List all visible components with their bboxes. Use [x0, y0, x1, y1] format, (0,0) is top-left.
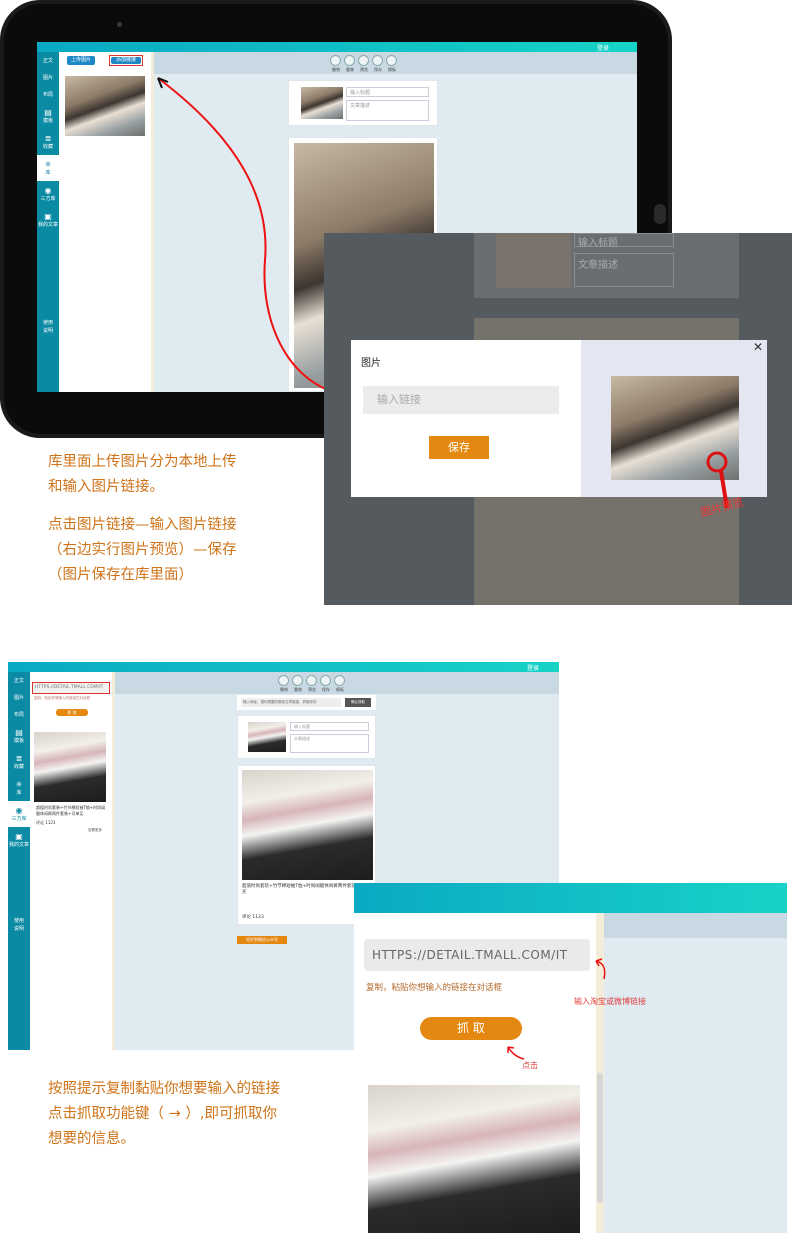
description-input-2[interactable]: 文章描述 [290, 734, 369, 753]
login-link[interactable]: 登录 [597, 43, 609, 52]
left-nav-2: 正文 图片 布局 ▤ 模板 ≣ 收藏 ✳ 库 ◉ 三方库 ▣ 我的文章 使用说明 [8, 672, 30, 1050]
sync-wechat-button[interactable]: 同步到微信公众号 [237, 936, 287, 944]
nav-item-my-articles[interactable]: ▣ 我的文章 [8, 827, 30, 853]
dimmed-cover [496, 233, 571, 288]
left-nav: 正文 图片 布局 ▤ 模板 ≣ 收藏 ✳ 库 ◉ 三方库 ▣ 我的文章 使用说明 [37, 52, 59, 392]
zoomed-detail: HTTPS://DETAIL.TMALL.COM/IT 复制，粘贴你想输入的链接… [354, 883, 787, 1233]
annotation-click-label: 点击 [522, 1061, 538, 1070]
template-icon: ▤ [15, 728, 23, 737]
camera-icon [117, 22, 122, 27]
home-button [654, 204, 666, 224]
save-icon[interactable] [320, 675, 331, 686]
caption-2: 按照提示复制黏贴你想要输入的链接 点击抓取功能键（ → ）,即可抓取你 想要的信… [48, 1081, 280, 1147]
preview-icon[interactable] [306, 675, 317, 686]
nav-item-layout[interactable]: 布局 [37, 86, 59, 103]
nav-item-favorites[interactable]: ≣ 收藏 [37, 129, 59, 155]
product-image[interactable] [242, 770, 373, 880]
nav-item-help[interactable]: 使用说明 [8, 912, 30, 938]
panel-scrollbar-2[interactable] [112, 672, 115, 1050]
library-panel: 上传图片 添加链接 [59, 52, 151, 392]
weibo-icon: ◉ [15, 806, 23, 815]
library-icon: ✳ [44, 160, 52, 169]
login-link-2[interactable]: 登录 [527, 663, 539, 672]
comment-count: 评论 1123 [242, 915, 264, 920]
zoom-toolbar [604, 913, 787, 938]
editor-toolbar-2: 撤销 重做 预览 保存 模板 [115, 672, 559, 694]
save-icon[interactable] [372, 55, 383, 66]
confirm-grab-button[interactable]: 确认抓取 [345, 698, 371, 707]
nav-item-template[interactable]: ▤ 模板 [8, 723, 30, 749]
view-more-link[interactable]: 查看更多 [88, 828, 102, 833]
comment-count-small: 评论 1123 [36, 820, 56, 825]
weibo-icon: ◉ [44, 186, 52, 195]
library-icon: ✳ [15, 780, 23, 789]
add-link-button[interactable]: 添加链接 [109, 55, 143, 66]
nav-item-my-articles[interactable]: ▣ 我的文章 [37, 207, 59, 233]
zoom-top-bar [354, 883, 787, 913]
third-party-panel: HTTPS://DETAIL.TMALL.COM/IT 复制，粘贴你想输入的链接… [30, 672, 112, 1050]
article-search-input[interactable]: 输入网址，搜你想要的微信文章链接，抓取你的 [241, 698, 341, 707]
nav-item-text[interactable]: 正文 [37, 52, 59, 69]
save-button[interactable]: 保存 [429, 436, 489, 459]
zoom-scrollbar-thumb[interactable] [597, 1073, 603, 1203]
dimmed-title-field: 输入标题 [574, 233, 674, 249]
zoom-url-input[interactable]: HTTPS://DETAIL.TMALL.COM/IT [364, 939, 590, 971]
dimmed-desc-field: 文章描述 [574, 253, 674, 287]
nav-item-library[interactable]: ✳ 库 [8, 775, 30, 801]
favorites-icon: ≣ [15, 754, 23, 763]
nav-item-favorites[interactable]: ≣ 收藏 [8, 749, 30, 775]
upload-image-button[interactable]: 上传图片 [67, 56, 95, 65]
modal-screenshot: 输入标题 文章描述 图片 输入链接 保存 ✕ 图片预览 [324, 233, 792, 605]
zoom-panel: HTTPS://DETAIL.TMALL.COM/IT 复制，粘贴你想输入的链接… [354, 913, 596, 1233]
favorites-icon: ≣ [44, 134, 52, 143]
preview-pane: ✕ [581, 340, 767, 497]
url-input-small[interactable]: HTTPS://DETAIL.TMALL.COM/IT [32, 682, 110, 694]
library-image-thumb[interactable] [65, 76, 145, 136]
nav-item-layout[interactable]: 布局 [8, 706, 30, 723]
product-thumb[interactable] [34, 732, 106, 802]
article-icon: ▣ [44, 212, 52, 221]
article-icon: ▣ [15, 832, 23, 841]
article-search-bar: 输入网址，搜你想要的微信文章链接，抓取你的 确认抓取 [237, 695, 376, 710]
template-icon: ▤ [44, 108, 52, 117]
product-title-small: 超值时尚套装+竹节棉短袖T恤+时尚阔腿休闲裤两件套装+可单买 [36, 805, 106, 816]
nav-item-library[interactable]: ✳ 库 [37, 155, 59, 181]
nav-item-text[interactable]: 正文 [8, 672, 30, 689]
nav-item-third-party[interactable]: ◉ 三方库 [37, 181, 59, 207]
title-input-2[interactable]: 输入标题 [290, 722, 369, 731]
template-tool-icon[interactable] [386, 55, 397, 66]
cover-image-2[interactable] [248, 722, 286, 752]
nav-item-third-party[interactable]: ◉ 三方库 [8, 801, 30, 827]
annotation-arrow-input [595, 958, 606, 980]
redo-icon[interactable] [292, 675, 303, 686]
dimmed-header-card: 输入标题 文章描述 [474, 233, 739, 298]
nav-item-help[interactable]: 使用说明 [37, 314, 59, 340]
undo-icon[interactable] [278, 675, 289, 686]
zoom-product-image[interactable] [368, 1085, 580, 1233]
caption-1: 库里面上传图片分为本地上传 和输入图片链接。 点击图片链接—输入图片链接 （右边… [48, 454, 237, 583]
top-bar: 登录 [37, 42, 637, 52]
article-header-card-2: 输入标题 文章描述 [237, 715, 376, 759]
nav-item-image[interactable]: 图片 [37, 69, 59, 86]
zoom-grab-button[interactable]: 抓 取 [420, 1017, 522, 1040]
image-link-input[interactable]: 输入链接 [363, 386, 559, 414]
zoom-hint: 复制，粘贴你想输入的链接在对话框 [366, 983, 503, 993]
hint-small: 复制，粘贴你想输入的链接在对话框 [34, 696, 90, 700]
nav-item-template[interactable]: ▤ 模板 [37, 103, 59, 129]
annotation-input-label: 输入淘宝或微博链接 [574, 997, 646, 1006]
top-bar-2: 登录 [8, 662, 559, 672]
template-tool-icon[interactable] [334, 675, 345, 686]
close-icon[interactable]: ✕ [753, 340, 763, 354]
nav-item-image[interactable]: 图片 [8, 689, 30, 706]
dialog-title: 图片 [361, 358, 381, 369]
grab-button-small[interactable]: 抓 取 [56, 709, 88, 716]
